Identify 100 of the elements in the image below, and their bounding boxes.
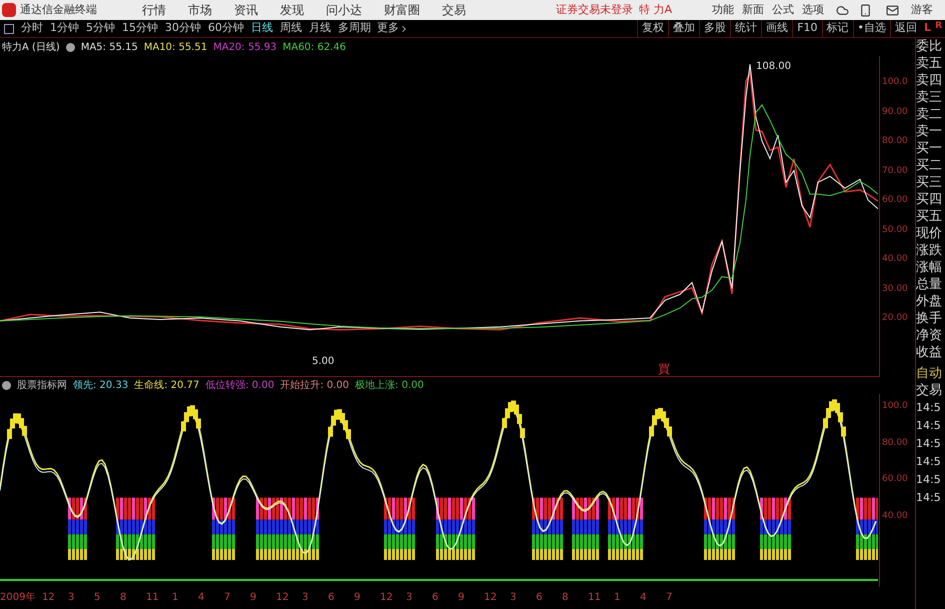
time-axis-label: 12 (42, 590, 56, 604)
quote-field-label: 收益 (916, 344, 943, 361)
indicator-axis-label: 60.00 (882, 473, 908, 486)
tool-button[interactable]: 返回 (890, 20, 922, 37)
quote-field-label: 卖五 (916, 55, 943, 72)
price-axis-label: 90.00 (882, 106, 908, 118)
time-axis-label: 9 (458, 590, 466, 604)
indicator-legend: 领先: 20.33 (73, 378, 128, 393)
buy-signal-mark: 買 (658, 361, 670, 378)
quote-field-label: 总量 (916, 276, 943, 293)
time-axis-label: 8 (120, 590, 128, 604)
ma-legend: MA5: 55.15 (80, 40, 138, 54)
tool-button[interactable]: 叠加 (668, 20, 700, 37)
ma-legend: MA20: 55.93 (213, 40, 277, 54)
mail-icon[interactable] (886, 4, 900, 16)
tool-button[interactable]: 多股 (699, 20, 730, 37)
time-axis-label: 3 (406, 590, 414, 604)
quote-field-label: 涨幅 (916, 259, 943, 276)
quote-field-label: 卖二 (916, 106, 943, 123)
tool-button[interactable]: 标记 (822, 20, 853, 37)
stock-name: 特 力A (639, 2, 672, 18)
price-axis-label: 30.00 (882, 282, 908, 296)
period-tab[interactable]: 60分钟 (208, 20, 244, 37)
ma-legend: MA10: 55.51 (144, 40, 208, 54)
quote-field-label: 买四 (916, 191, 943, 208)
tool-button[interactable]: 画线 (761, 20, 792, 37)
time-axis-label: 2009年 (0, 590, 36, 604)
time-axis-label: 3 (68, 590, 76, 604)
menu-item[interactable]: 交易 (442, 1, 466, 19)
quote-field-label: 卖三 (916, 89, 943, 106)
chart-title: 特力A (日线) (2, 40, 60, 54)
trade-time: 14:5 (916, 436, 942, 452)
trade-time: 14:5 (916, 490, 942, 506)
quote-field-label: 换手 (916, 310, 943, 327)
menu-item[interactable]: 市场 (188, 1, 212, 19)
menu-item[interactable]: 资讯 (234, 1, 258, 19)
quote-field-label: 卖四 (916, 72, 943, 89)
quote-field-label: 卖一 (916, 123, 943, 140)
trade-label: 交易 (916, 382, 943, 399)
phone-icon[interactable] (859, 4, 872, 16)
top-link[interactable]: 公式 (772, 2, 794, 18)
quote-field-label: 买二 (916, 157, 943, 174)
menu-item[interactable]: 问小达 (326, 1, 362, 19)
user-button[interactable]: 游客 (911, 2, 933, 18)
quote-field-label: 买一 (916, 140, 943, 157)
price-axis-label: 20.00 (882, 312, 908, 325)
tool-button[interactable]: •自选 (852, 20, 890, 37)
time-axis-label: 7 (666, 590, 674, 604)
period-tab[interactable]: 多周期 (338, 20, 371, 37)
auto-trade-label: 自动 (916, 365, 943, 382)
quote-field-label: 外盘 (916, 293, 943, 310)
period-tab[interactable]: 周线 (280, 20, 302, 37)
period-tab[interactable]: 5分钟 (86, 20, 115, 37)
indicator-legend: 开始拉升: 0.00 (280, 378, 350, 393)
price-axis-label: 80.00 (882, 135, 908, 148)
period-tab[interactable]: 月线 (309, 20, 331, 37)
trade-time: 14:5 (916, 472, 942, 488)
more-button[interactable]: 更多 (377, 20, 409, 37)
price-axis-label: 100.0 (882, 76, 908, 89)
price-axis-label: 40.00 (882, 253, 908, 266)
time-axis-label: 1 (172, 590, 180, 604)
trade-time: 14:5 (916, 418, 942, 434)
tool-button[interactable]: 统计 (730, 20, 762, 37)
time-axis-label: 8 (562, 590, 570, 604)
time-axis-label: 3 (302, 590, 310, 604)
top-link[interactable]: 新面 (742, 2, 764, 18)
quote-field-label: 买五 (916, 208, 943, 225)
menu-item[interactable]: 发现 (280, 1, 304, 19)
ma-legend: MA60: 62.46 (282, 40, 346, 54)
period-tab[interactable]: 分时 (21, 20, 43, 37)
login-status: 证券交易未登录 (556, 2, 633, 18)
time-axis-label: 7 (224, 590, 232, 604)
period-tab[interactable]: 日线 (251, 20, 273, 37)
trade-time: 14:5 (916, 400, 942, 416)
app-title: 通达信金融终端 (20, 2, 98, 18)
menu-item[interactable]: 财富圈 (384, 1, 420, 19)
tool-button[interactable]: F10 (792, 20, 822, 37)
app-logo-icon (2, 3, 16, 17)
period-tab[interactable]: 15分钟 (122, 20, 158, 37)
time-axis-label: 6 (536, 590, 544, 604)
menu-item[interactable]: 行情 (142, 1, 166, 19)
time-axis-label: 12 (276, 590, 290, 604)
indicator-legend: 生命线: 20.77 (134, 378, 200, 393)
top-link[interactable]: 功能 (712, 2, 734, 18)
panel-toggle-icon[interactable] (4, 24, 14, 34)
time-axis-label: 12 (380, 590, 394, 604)
quote-field-label: 涨跌 (916, 242, 943, 259)
side-tab[interactable]: L (924, 20, 932, 37)
period-tab[interactable]: 30分钟 (165, 20, 201, 37)
indicator-axis-label: 40.00 (882, 510, 908, 524)
tool-button[interactable]: 复权 (637, 20, 668, 37)
time-axis-label: 1 (614, 590, 622, 604)
top-link[interactable]: 选项 (802, 2, 824, 18)
time-axis-label: 5 (94, 590, 102, 604)
cloud-icon[interactable] (836, 4, 850, 16)
period-tab[interactable]: 1分钟 (50, 20, 79, 37)
price-axis-label: 70.00 (882, 164, 908, 178)
time-axis-label: 11 (146, 590, 160, 604)
side-tab[interactable]: R (935, 20, 942, 37)
trade-time: 14:5 (916, 454, 942, 470)
